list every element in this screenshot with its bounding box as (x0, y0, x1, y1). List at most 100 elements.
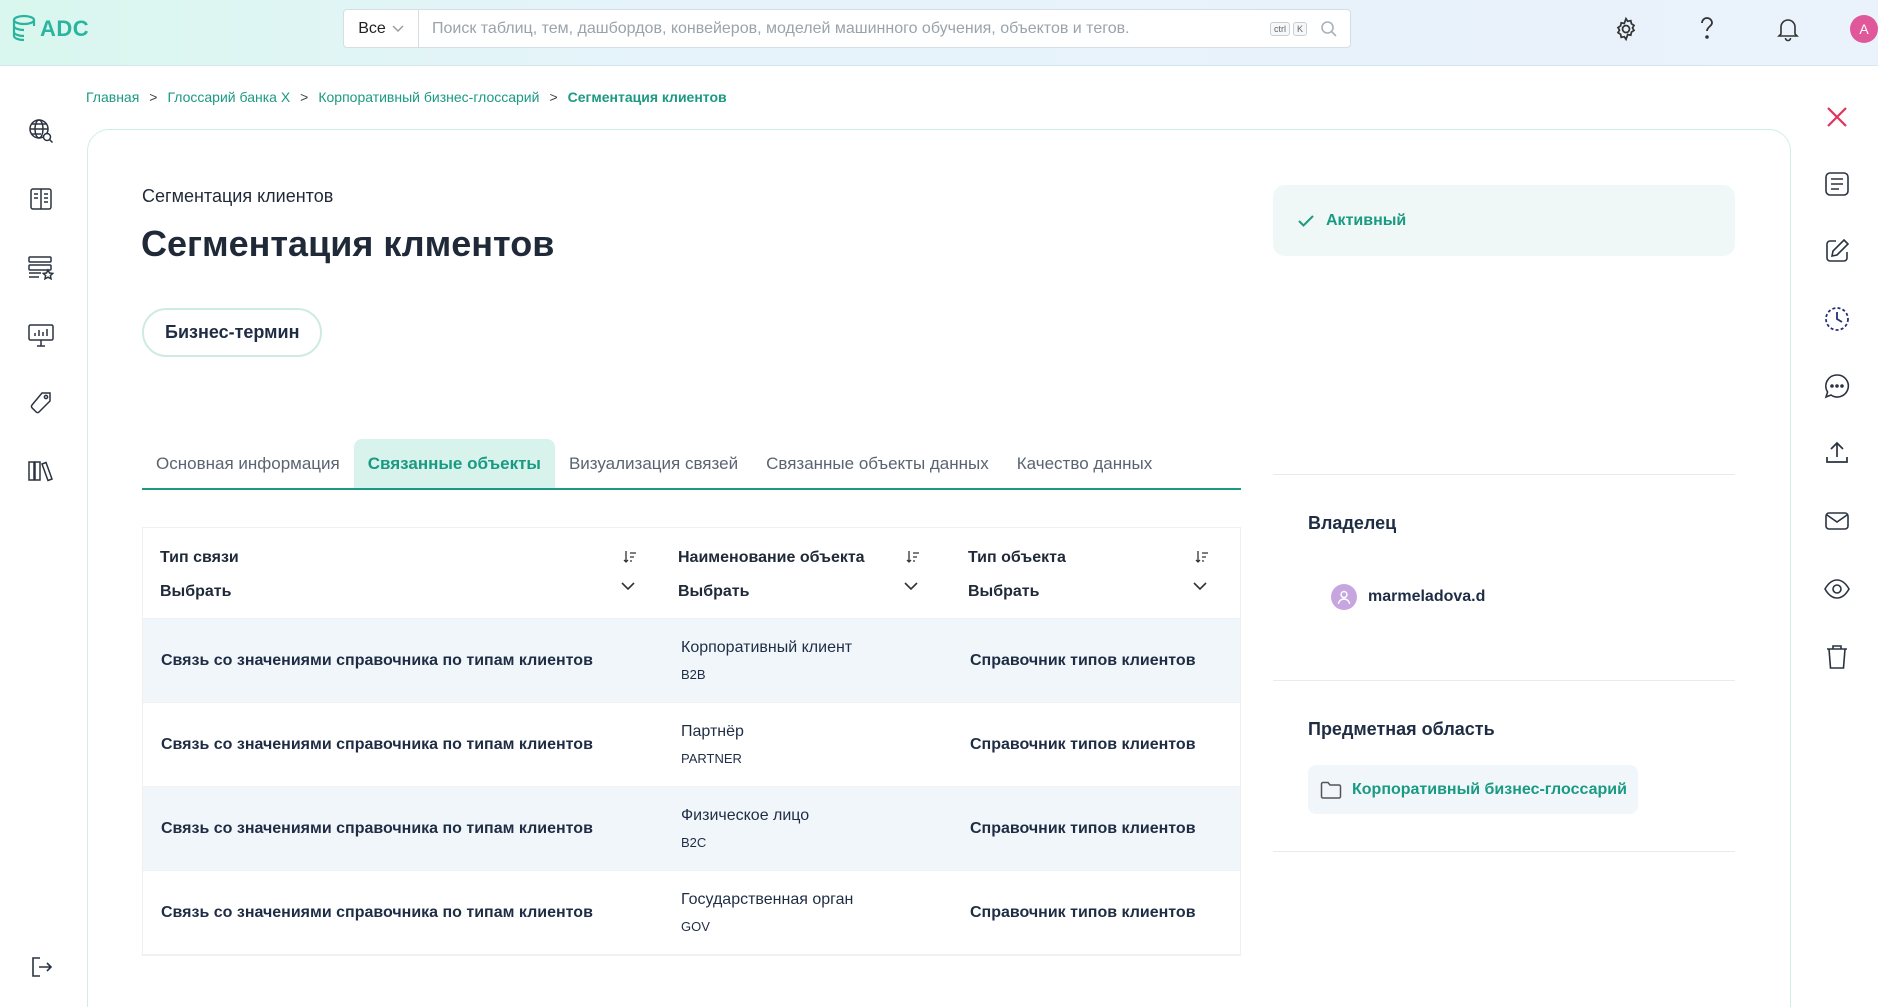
eye-icon[interactable] (1822, 574, 1852, 604)
owner-heading: Владелец (1308, 513, 1397, 533)
global-search: Все ctrl K (343, 9, 1351, 48)
logout-icon[interactable] (26, 952, 56, 982)
breadcrumb-current: Сегментация клиентов (567, 89, 727, 105)
object-name[interactable]: Государственная орган (681, 891, 951, 909)
globe-search-icon[interactable] (26, 116, 56, 146)
domain-name: Корпоративный бизнес-глоссарий (1352, 780, 1627, 798)
column-header-label: Тип связи (160, 549, 239, 566)
link-type-cell: Связь со значениями справочника по типам… (161, 819, 593, 837)
sort-icon[interactable] (906, 550, 920, 564)
trash-icon[interactable] (1822, 642, 1852, 672)
search-scope-value: Все (358, 19, 386, 37)
close-icon[interactable] (1822, 102, 1852, 132)
column-object-type: Тип объекта Выбрать (951, 528, 1240, 618)
section-divider (1273, 851, 1735, 852)
shortcut-k-key: K (1292, 21, 1307, 36)
object-name-cell: Физическое лицо B2C (661, 807, 951, 850)
term-type-badge: Бизнес-термин (142, 308, 323, 357)
breadcrumb-separator: > (149, 89, 158, 105)
table-row[interactable]: Связь со значениями справочника по типам… (143, 703, 1240, 787)
status-label: Активный (1326, 211, 1407, 229)
owner-name: marmeladova.d (1368, 588, 1486, 605)
search-input[interactable] (419, 10, 1270, 47)
object-code: B2C (681, 835, 707, 850)
tab-data-quality[interactable]: Качество данных (1003, 439, 1166, 488)
data-catalog-icon[interactable] (26, 252, 56, 282)
domain-heading: Предметная область (1308, 719, 1495, 739)
sort-icon[interactable] (623, 550, 637, 564)
chevron-down-icon[interactable] (904, 581, 918, 591)
column-object-name: Наименование объекта Выбрать (661, 528, 951, 618)
app-logo[interactable]: ADC (12, 14, 89, 44)
owner-item[interactable]: marmeladova.d (1331, 584, 1485, 610)
section-divider (1273, 680, 1735, 681)
object-code: PARTNER (681, 751, 742, 766)
table-row[interactable]: Связь со значениями справочника по типам… (143, 787, 1240, 871)
related-objects-table: Тип связи Выбрать Наименование объекта В… (142, 527, 1241, 956)
chevron-down-icon[interactable] (621, 581, 635, 591)
breadcrumb-home[interactable]: Главная (86, 89, 139, 105)
settings-icon[interactable] (1612, 15, 1640, 43)
search-scope-select[interactable]: Все (344, 10, 419, 47)
tab-relations-visualization[interactable]: Визуализация связей (555, 439, 752, 488)
document-icon[interactable] (1822, 169, 1852, 199)
upload-icon[interactable] (1822, 438, 1852, 468)
comment-icon[interactable] (1822, 371, 1852, 401)
link-type-cell: Связь со значениями справочника по типам… (161, 735, 593, 753)
breadcrumb-separator: > (549, 89, 558, 105)
object-name[interactable]: Партнёр (681, 723, 951, 741)
breadcrumb-separator: > (300, 89, 309, 105)
object-name[interactable]: Физическое лицо (681, 807, 951, 825)
user-avatar[interactable]: A (1850, 15, 1878, 43)
object-type-cell: Справочник типов клиентов (970, 819, 1196, 837)
bell-icon[interactable] (1774, 15, 1802, 43)
domain-chip[interactable]: Корпоративный бизнес-глоссарий (1308, 765, 1638, 814)
object-type-cell: Справочник типов клиентов (970, 903, 1196, 921)
table-row[interactable]: Связь со значениями справочника по типам… (143, 871, 1240, 955)
left-sidebar (0, 66, 84, 1007)
tab-related-objects[interactable]: Связанные объекты (353, 439, 555, 488)
folder-icon (1320, 781, 1342, 799)
mail-icon[interactable] (1822, 506, 1852, 536)
history-icon[interactable] (1822, 304, 1852, 334)
top-bar: ADC Все ctrl K A (0, 0, 1878, 66)
glossary-book-icon[interactable] (26, 184, 56, 214)
dashboard-icon[interactable] (26, 320, 56, 350)
database-logo-icon (12, 14, 36, 42)
library-icon[interactable] (26, 456, 56, 486)
breadcrumb-glossary[interactable]: Глоссарий банка X (167, 89, 290, 105)
breadcrumb: Главная > Глоссарий банка X > Корпоратив… (86, 89, 727, 105)
edit-icon[interactable] (1822, 236, 1852, 266)
help-icon[interactable] (1693, 15, 1721, 43)
user-avatar-icon (1331, 584, 1357, 610)
tag-icon[interactable] (26, 388, 56, 418)
object-name-cell: Государственная орган GOV (661, 891, 951, 934)
object-code: GOV (681, 919, 710, 934)
column-link-type: Тип связи Выбрать (143, 528, 661, 618)
tab-main-info[interactable]: Основная информация (142, 439, 354, 488)
table-row[interactable]: Связь со значениями справочника по типам… (143, 619, 1240, 703)
object-name-cell: Корпоративный клиент B2B (661, 639, 951, 682)
link-type-cell: Связь со значениями справочника по типам… (161, 651, 593, 669)
object-type-cell: Справочник типов клиентов (970, 651, 1196, 669)
tab-bar: Основная информация Связанные объекты Ви… (142, 439, 1241, 490)
object-type-cell: Справочник типов клиентов (970, 735, 1196, 753)
shortcut-ctrl-key: ctrl (1269, 21, 1290, 36)
object-name[interactable]: Корпоративный клиент (681, 639, 951, 657)
link-type-cell: Связь со значениями справочника по типам… (161, 903, 593, 921)
column-filter-select[interactable]: Выбрать (160, 583, 661, 601)
object-code: B2B (681, 667, 706, 682)
object-name-cell: Партнёр PARTNER (661, 723, 951, 766)
section-divider (1273, 474, 1735, 475)
search-icon[interactable] (1320, 20, 1338, 38)
breadcrumb-business-glossary[interactable]: Корпоративный бизнес-глоссарий (318, 89, 539, 105)
status-badge: Активный (1273, 185, 1735, 256)
sort-icon[interactable] (1195, 550, 1209, 564)
tab-related-data-objects[interactable]: Связанные объекты данных (752, 439, 1003, 488)
page-title: Сегментация клментов (141, 223, 555, 264)
chevron-down-icon (392, 25, 404, 32)
table-header: Тип связи Выбрать Наименование объекта В… (143, 528, 1240, 619)
logo-text: ADC (40, 16, 90, 41)
check-icon (1298, 214, 1314, 227)
chevron-down-icon[interactable] (1193, 581, 1207, 591)
